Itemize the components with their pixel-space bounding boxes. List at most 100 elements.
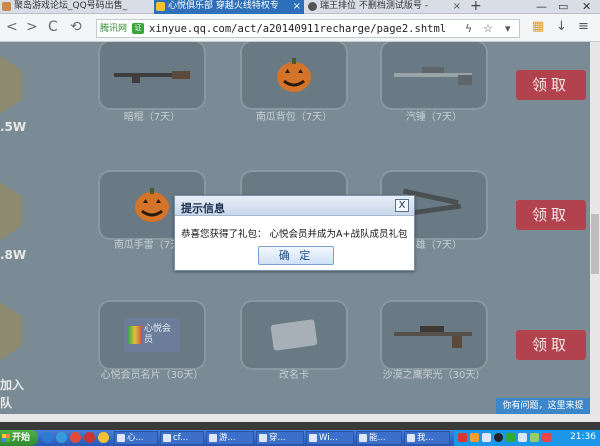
minimize-button[interactable]: — (536, 0, 547, 13)
reward-slot (98, 42, 206, 110)
tab-label: 瑞王排位 不删档测试版号 - (320, 1, 428, 11)
start-label: 开始 (12, 433, 31, 443)
sniper-icon (394, 67, 472, 85)
tray-red-icon[interactable] (458, 433, 467, 442)
vip-card-icon: 心悦会员 (124, 318, 180, 352)
bookmark-star-icon[interactable]: ☆ (483, 23, 493, 35)
claim-button[interactable]: 领取 (516, 70, 586, 100)
rifle-icon (114, 71, 190, 83)
task-label: 能... (369, 433, 386, 443)
vip-card-text: 心悦会员 (144, 324, 172, 345)
reward-slot: 心悦会员 (98, 300, 206, 370)
reward-label: 南瓜背包（7天） (255, 112, 333, 123)
forum-favicon-icon (2, 2, 11, 11)
reward-slot (380, 42, 488, 110)
tab-bar: 聚岛游戏论坛_QQ号码出售_ 心悦俱乐部 穿越火线特权专 × 瑞王排位 不删档测… (0, 0, 600, 14)
tray-network-icon[interactable] (482, 433, 491, 442)
dropdown-icon[interactable]: ▾ (505, 23, 511, 35)
ie-quicklaunch-icon[interactable] (56, 432, 67, 443)
dialog-close-button[interactable]: X (395, 199, 409, 212)
pumpkin-bag-icon (277, 58, 311, 92)
tab-close-icon[interactable]: × (453, 0, 461, 13)
tray-pen-icon[interactable] (470, 433, 479, 442)
reward-label: 改名卡 (279, 370, 309, 381)
menu-icon[interactable]: ≡ (578, 20, 589, 34)
task-label: 心... (127, 433, 144, 443)
forward-button[interactable]: > (26, 20, 38, 34)
dialog-ok-button[interactable]: 确 定 (258, 246, 334, 265)
taskbar-item[interactable]: cf... (160, 431, 204, 445)
app-quicklaunch-icon[interactable] (98, 432, 109, 443)
level-badge (0, 56, 22, 114)
claim-button[interactable]: 领取 (516, 330, 586, 360)
tab-close-icon[interactable]: × (293, 0, 301, 13)
tab-label: 聚岛游戏论坛_QQ号码出售_ (14, 1, 128, 11)
taskbar-item[interactable]: 穿... (256, 431, 304, 445)
reward-label: 汽锤（7天） (405, 112, 463, 123)
tab-ranked[interactable]: 瑞王排位 不删档测试版号 - × (306, 0, 464, 14)
horizontal-scrollbar[interactable] (0, 414, 590, 422)
tab-xinyue[interactable]: 心悦俱乐部 穿越火线特权专 × (154, 0, 304, 14)
rifle-scope-icon (394, 326, 472, 348)
rename-card-icon (270, 319, 318, 351)
browser-quicklaunch-icon[interactable] (42, 432, 53, 443)
xinyue-favicon-icon (156, 2, 165, 11)
taskbar-item[interactable]: 游... (206, 431, 254, 445)
reward-label: 心悦会员名片（30天） (100, 370, 204, 381)
task-label: Wi... (319, 433, 338, 443)
tray-app-icon[interactable] (530, 433, 539, 442)
close-window-button[interactable]: ✕ (582, 0, 591, 13)
url-text[interactable]: xinyue.qq.com/act/a20140911recharge/page… (149, 23, 446, 35)
new-tab-button[interactable]: + (470, 0, 482, 14)
page-viewport: .5W .8W 加入 队 暗棍（7天） 南瓜背包（7天） 汽锤（7天） 领取 南… (0, 42, 600, 422)
taskbar-item[interactable]: Wi... (306, 431, 354, 445)
dialog-title: 提示信息 (181, 202, 225, 215)
tray-volume-icon[interactable] (518, 433, 527, 442)
feedback-link[interactable]: 你有问题，这里来提 (496, 398, 590, 414)
tab-label: 心悦俱乐部 穿越火线特权专 (168, 1, 279, 11)
tray-antivirus-icon[interactable] (542, 433, 551, 442)
taskbar: 开始 心... cf... 游... 穿... Wi... 能... 我... … (0, 430, 600, 446)
pumpkin-grenade-icon (135, 188, 169, 222)
side-value: .8W (0, 248, 27, 262)
tab-forum[interactable]: 聚岛游戏论坛_QQ号码出售_ (0, 0, 152, 14)
tray-shield-icon[interactable] (506, 433, 515, 442)
windows-logo-icon (2, 434, 10, 442)
apps-icon[interactable]: ▦ (532, 20, 544, 34)
start-button[interactable]: 开始 (0, 430, 38, 446)
dialog-message: 恭喜您获得了礼包： 心悦会员并成为A+战队成员礼包 (181, 229, 408, 240)
task-icon (309, 434, 317, 442)
reload-button[interactable]: C (48, 20, 58, 34)
side-value: .5W (0, 120, 27, 134)
lightning-icon[interactable]: ϟ (465, 23, 472, 35)
ranked-favicon-icon (308, 2, 317, 11)
info-dialog: 提示信息 X 恭喜您获得了礼包： 心悦会员并成为A+战队成员礼包 确 定 (174, 195, 415, 271)
scrollbar-thumb[interactable] (591, 214, 599, 274)
task-label: 穿... (269, 433, 286, 443)
home-button[interactable]: ⟲ (70, 20, 82, 34)
system-tray: 21:36 (454, 430, 600, 446)
game-quicklaunch-icon[interactable] (84, 432, 95, 443)
taskbar-item[interactable]: 能... (356, 431, 402, 445)
task-icon (163, 434, 171, 442)
back-button[interactable]: < (6, 20, 18, 34)
reward-slot (380, 300, 488, 370)
restore-button[interactable]: ▭ (558, 0, 568, 13)
claim-button[interactable]: 领取 (516, 200, 586, 230)
navigation-bar: < > C ⟲ 腾讯网 证 xinyue.qq.com/act/a2014091… (0, 14, 600, 42)
certificate-badge-icon[interactable]: 证 (132, 23, 144, 34)
taskbar-item[interactable]: 心... (114, 431, 158, 445)
task-label: 游... (219, 433, 236, 443)
chrome-quicklaunch-icon[interactable] (70, 432, 81, 443)
taskbar-item[interactable]: 我... (404, 431, 450, 445)
clock[interactable]: 21:36 (570, 432, 596, 442)
task-label: 我... (417, 433, 434, 443)
reward-label: 沙漠之鹰荣光（30天） (382, 370, 486, 381)
download-icon[interactable]: ↓ (556, 20, 567, 34)
task-icon (359, 434, 367, 442)
task-icon (259, 434, 267, 442)
tray-qq-icon[interactable] (494, 433, 503, 442)
reward-slot (240, 42, 348, 110)
address-bar[interactable]: 腾讯网 证 xinyue.qq.com/act/a20140911recharg… (96, 19, 520, 38)
vertical-scrollbar[interactable] (590, 42, 600, 422)
